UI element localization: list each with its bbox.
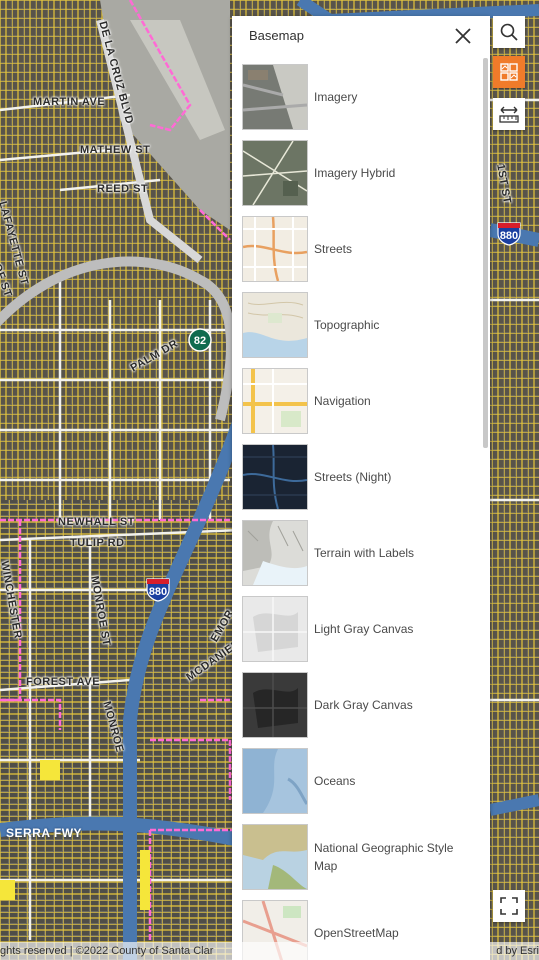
basemap-label: Light Gray Canvas <box>314 622 414 636</box>
basemap-option-oceans[interactable]: Oceans <box>232 748 482 824</box>
basemap-thumbnail <box>242 444 308 510</box>
basemap-label: Imagery <box>314 90 358 104</box>
basemap-label: Imagery Hybrid <box>314 166 396 180</box>
basemap-thumbnail <box>242 520 308 586</box>
basemap-gallery-icon <box>500 63 518 81</box>
interstate-880-shield: 880 <box>497 222 521 246</box>
search-button[interactable] <box>493 16 525 48</box>
route-82-shield: 82 <box>188 328 212 352</box>
panel-title: Basemap <box>249 28 304 43</box>
basemap-thumbnail <box>242 368 308 434</box>
basemap-label: Streets <box>314 242 353 256</box>
panel-header: Basemap <box>232 16 490 56</box>
attribution-powered-by: d by Esri <box>496 945 539 957</box>
basemap-option-streets-night[interactable]: Streets (Night) <box>232 444 482 520</box>
basemap-thumbnail <box>242 824 308 890</box>
basemap-thumbnail <box>242 292 308 358</box>
attribution-bar: ghts reserved | ©2022 County of Santa Cl… <box>0 942 539 960</box>
basemap-gallery-button[interactable] <box>493 56 525 88</box>
basemap-thumbnail <box>242 140 308 206</box>
basemap-option-natgeo[interactable]: National Geographic Style Map <box>232 824 482 900</box>
basemap-option-terrain[interactable]: Terrain with Labels <box>232 520 482 596</box>
basemap-thumbnail <box>242 216 308 282</box>
measure-icon <box>499 106 519 123</box>
basemap-label: National Geographic Style Map <box>314 841 454 873</box>
basemap-thumbnail <box>242 596 308 662</box>
close-icon[interactable] <box>452 25 474 47</box>
basemap-thumbnail <box>242 64 308 130</box>
basemap-option-dark-gray[interactable]: Dark Gray Canvas <box>232 672 482 748</box>
basemap-option-streets[interactable]: Streets <box>232 216 482 292</box>
interstate-880-label: 880 <box>149 586 167 598</box>
interstate-880-shield: 880 <box>146 578 170 602</box>
basemap-option-navigation[interactable]: Navigation <box>232 368 482 444</box>
basemap-option-light-gray[interactable]: Light Gray Canvas <box>232 596 482 672</box>
search-icon <box>500 23 518 41</box>
attribution-text: ghts reserved | ©2022 County of Santa Cl… <box>0 945 214 957</box>
basemap-label: Topographic <box>314 318 380 332</box>
basemap-label: Oceans <box>314 774 356 788</box>
fullscreen-button[interactable] <box>493 890 525 922</box>
street-label: FOREST AVE <box>26 676 101 688</box>
street-label: NEWHALL ST <box>58 516 135 528</box>
street-label: SERRA FWY <box>6 826 83 840</box>
basemap-label: Terrain with Labels <box>314 546 415 560</box>
street-label: REED ST <box>97 183 149 195</box>
panel-scrollbar[interactable] <box>483 58 488 448</box>
street-label: MARTIN AVE <box>33 96 106 108</box>
basemap-list: Imagery Imagery Hybrid Streets Topograph… <box>232 64 482 960</box>
basemap-label: Dark Gray Canvas <box>314 698 413 712</box>
basemap-label: Navigation <box>314 394 371 408</box>
basemap-label: Streets (Night) <box>314 470 392 484</box>
street-label: MATHEW ST <box>80 144 151 156</box>
basemap-option-imagery[interactable]: Imagery <box>232 64 482 140</box>
measure-button[interactable] <box>493 98 525 130</box>
basemap-option-topographic[interactable]: Topographic <box>232 292 482 368</box>
route-82-label: 82 <box>194 335 206 347</box>
basemap-thumbnail <box>242 748 308 814</box>
basemap-option-imagery-hybrid[interactable]: Imagery Hybrid <box>232 140 482 216</box>
interstate-880-label: 880 <box>500 230 518 242</box>
fullscreen-icon <box>500 897 518 915</box>
basemap-panel: Basemap Imagery Imagery Hybrid Streets T… <box>232 16 490 960</box>
street-label: TULIP RD <box>70 537 125 549</box>
basemap-thumbnail <box>242 672 308 738</box>
